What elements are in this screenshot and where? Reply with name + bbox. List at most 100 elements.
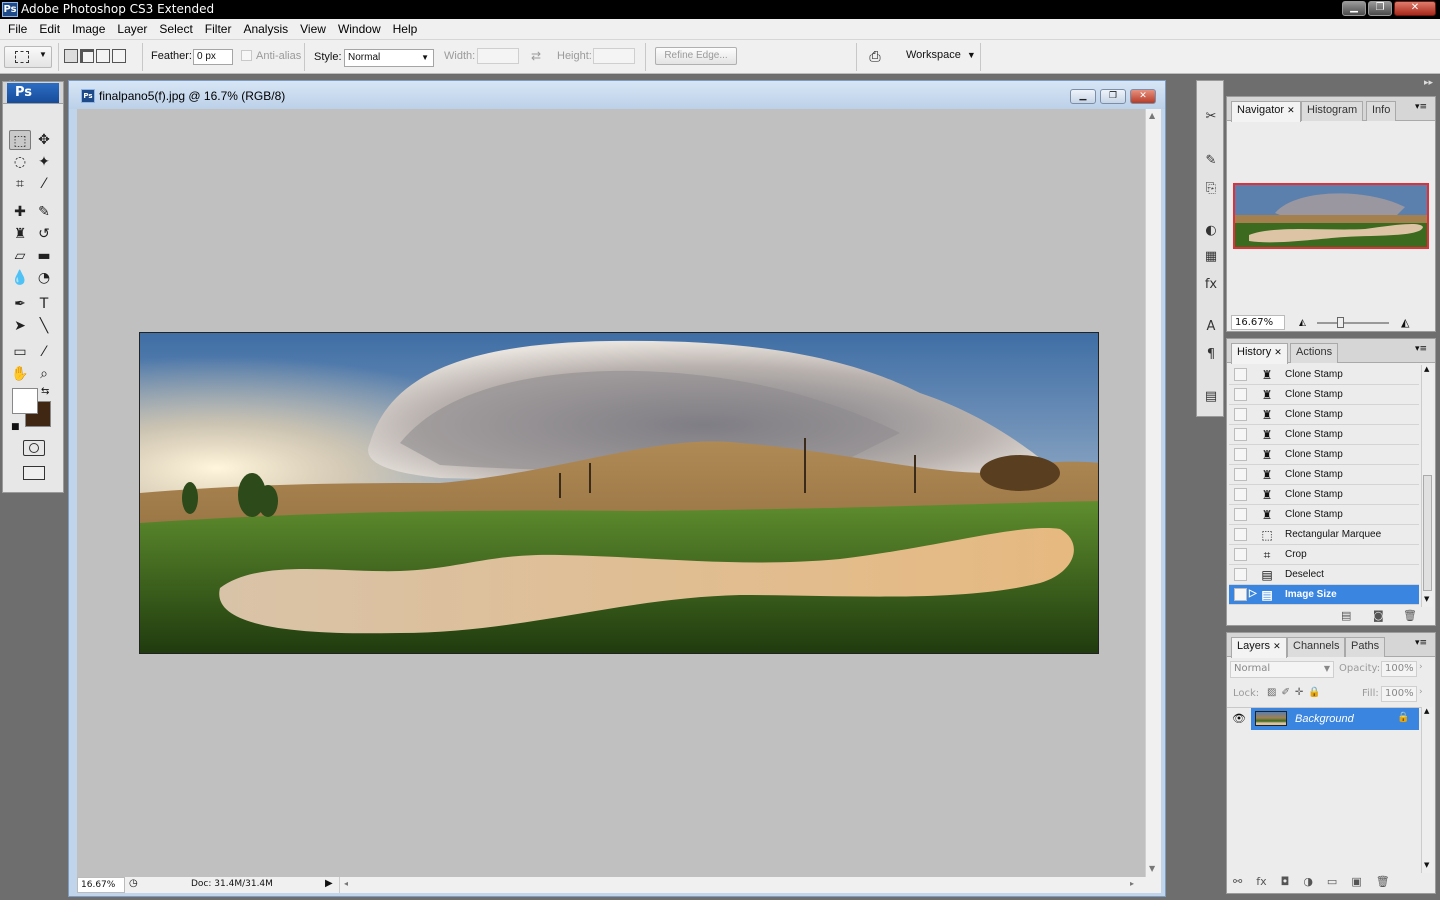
layer-style-icon[interactable]: fx <box>1256 875 1266 888</box>
menu-analysis[interactable]: Analysis <box>237 19 294 39</box>
menu-select[interactable]: Select <box>153 19 198 39</box>
status-menu-arrow-icon[interactable]: ▶ <box>325 878 333 889</box>
clone-stamp-icon[interactable]: ♜ <box>9 224 31 244</box>
lock-transparency-icon[interactable]: ▨ <box>1267 687 1276 698</box>
tab-history[interactable]: History ✕ <box>1231 343 1288 364</box>
navigator-zoom-field[interactable]: 16.67% <box>1231 315 1285 330</box>
paragraph-icon[interactable]: ¶ <box>1201 345 1221 365</box>
history-state[interactable]: ♜ Clone Stamp <box>1229 485 1419 505</box>
history-state[interactable]: ▤ Deselect <box>1229 565 1419 585</box>
zoom-in-icon[interactable]: ◭ <box>1401 316 1409 329</box>
tab-actions[interactable]: Actions <box>1290 343 1339 363</box>
history-brush-source-checkbox[interactable] <box>1234 588 1247 601</box>
add-selection-icon[interactable] <box>80 49 94 63</box>
tab-channels[interactable]: Channels <box>1287 637 1346 657</box>
lasso-icon[interactable]: ◌ <box>9 152 31 172</box>
history-state[interactable]: ⬚ Rectangular Marquee <box>1229 525 1419 545</box>
tab-info[interactable]: Info <box>1366 101 1397 121</box>
scroll-up-icon[interactable]: ▲ <box>1424 707 1429 715</box>
navigator-thumbnail[interactable] <box>1233 183 1429 249</box>
history-state[interactable]: ♜ Clone Stamp <box>1229 465 1419 485</box>
crop-icon[interactable]: ⌗ <box>9 174 31 194</box>
move-icon[interactable]: ✥ <box>33 130 55 150</box>
blur-icon[interactable]: 💧 <box>9 268 31 288</box>
minimize-button[interactable]: ▁ <box>1342 1 1366 16</box>
fill-input[interactable]: 100% <box>1381 686 1417 702</box>
history-state[interactable]: ♜ Clone Stamp <box>1229 445 1419 465</box>
layers-scrollbar[interactable]: ▲ ▼ <box>1421 707 1433 873</box>
bridge-icon[interactable]: ⎙ <box>864 48 886 66</box>
menu-edit[interactable]: Edit <box>33 19 66 39</box>
swatches-icon[interactable]: ▦ <box>1201 247 1221 267</box>
delete-state-icon[interactable]: 🗑 <box>1403 609 1417 622</box>
zoom-level-field[interactable]: 16.67% <box>77 877 125 893</box>
menu-filter[interactable]: Filter <box>199 19 238 39</box>
history-brush-source-checkbox[interactable] <box>1234 468 1247 481</box>
history-state[interactable]: ♜ Clone Stamp <box>1229 385 1419 405</box>
brush-icon[interactable]: ✎ <box>33 202 55 222</box>
intersect-selection-icon[interactable] <box>112 49 126 63</box>
history-state[interactable]: ♜ Clone Stamp <box>1229 505 1419 525</box>
history-scroll-thumb[interactable] <box>1423 475 1432 591</box>
antialias-checkbox[interactable] <box>241 50 252 61</box>
height-input[interactable] <box>593 48 635 64</box>
menu-help[interactable]: Help <box>387 19 424 39</box>
panel-menu-icon[interactable]: ▾≡ <box>1415 344 1427 354</box>
subtract-selection-icon[interactable] <box>96 49 110 63</box>
panorama-image[interactable] <box>139 332 1099 654</box>
style-select[interactable]: Normal ▼ <box>344 49 434 67</box>
doc-close-button[interactable]: ✕ <box>1130 89 1156 104</box>
swap-colors-icon[interactable]: ⇆ <box>41 386 49 397</box>
gradient-icon[interactable]: ▬ <box>33 246 55 266</box>
screen-mode-icon[interactable] <box>23 466 45 480</box>
line-icon[interactable]: ╲ <box>33 316 55 336</box>
status-info-icon[interactable]: ◷ <box>129 878 138 889</box>
zoom-icon[interactable]: ⌕ <box>33 364 55 384</box>
tab-histogram[interactable]: Histogram <box>1301 101 1364 121</box>
layer-comps-icon[interactable]: ▤ <box>1201 387 1221 407</box>
close-button[interactable]: ✕ <box>1394 1 1436 16</box>
brushes-icon[interactable]: ✎ <box>1201 151 1221 171</box>
refine-edge-button[interactable]: Refine Edge... <box>655 47 737 65</box>
tab-navigator[interactable]: Navigator ✕ <box>1231 101 1301 122</box>
delete-layer-icon[interactable]: 🗑 <box>1376 875 1390 888</box>
history-brush-source-checkbox[interactable] <box>1234 388 1247 401</box>
new-group-icon[interactable]: ▭ <box>1327 875 1337 888</box>
new-document-from-state-icon[interactable]: ▤ <box>1341 609 1351 622</box>
tool-preset-picker[interactable]: ▼ <box>4 46 52 68</box>
lock-all-icon[interactable]: 🔒 <box>1308 687 1320 698</box>
history-brush-source-checkbox[interactable] <box>1234 408 1247 421</box>
scroll-down-icon[interactable]: ▼ <box>1424 861 1429 869</box>
panel-menu-icon[interactable]: ▾≡ <box>1415 638 1427 648</box>
history-brush-source-checkbox[interactable] <box>1234 528 1247 541</box>
marquee-icon[interactable]: ⬚ <box>9 130 31 150</box>
scroll-right-icon[interactable]: ▸ <box>1130 879 1134 888</box>
history-brush-source-checkbox[interactable] <box>1234 508 1247 521</box>
scroll-down-icon[interactable]: ▼ <box>1149 864 1155 873</box>
history-brush-source-checkbox[interactable] <box>1234 368 1247 381</box>
menu-layer[interactable]: Layer <box>111 19 153 39</box>
eye-visibility-icon[interactable]: 👁 <box>1231 712 1247 726</box>
type-icon[interactable]: T <box>33 294 55 314</box>
character-icon[interactable]: A <box>1201 317 1221 337</box>
zoom-slider-thumb[interactable] <box>1337 317 1344 328</box>
history-brush-source-checkbox[interactable] <box>1234 448 1247 461</box>
width-input[interactable] <box>477 48 519 64</box>
restore-button[interactable]: ❐ <box>1368 1 1392 16</box>
history-state[interactable]: ♜ Clone Stamp <box>1229 425 1419 445</box>
doc-restore-button[interactable]: ❐ <box>1100 89 1126 104</box>
history-brush-icon[interactable]: ↺ <box>33 224 55 244</box>
scroll-up-icon[interactable]: ▲ <box>1149 111 1155 120</box>
styles-icon[interactable]: fx <box>1201 275 1221 295</box>
opacity-input[interactable]: 100% <box>1381 661 1417 677</box>
fill-arrow-icon[interactable]: › <box>1419 687 1423 697</box>
adjustment-layer-icon[interactable]: ◑ <box>1303 875 1313 888</box>
swap-icon[interactable]: ⇄ <box>531 49 541 63</box>
history-brush-source-checkbox[interactable] <box>1234 568 1247 581</box>
lock-position-icon[interactable]: ✛ <box>1295 687 1303 698</box>
tab-layers[interactable]: Layers ✕ <box>1231 637 1287 658</box>
path-selection-icon[interactable]: ➤ <box>9 316 31 336</box>
doc-minimize-button[interactable]: ▁ <box>1070 89 1096 104</box>
blend-mode-select[interactable]: Normal ▼ <box>1230 661 1334 678</box>
color-icon[interactable]: ◐ <box>1201 221 1221 241</box>
